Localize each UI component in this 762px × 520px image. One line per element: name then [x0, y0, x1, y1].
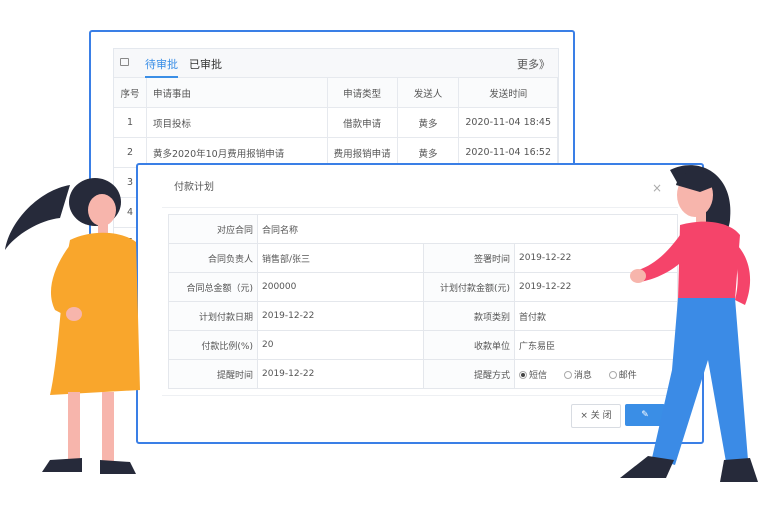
plan-amount-label: 计划付款金额(元) [423, 272, 515, 302]
table-row[interactable]: 1 项目投标 借款申请 黄多 2020-11-04 18:45 [114, 107, 558, 138]
total-amount-label: 合同总金额（元) [168, 272, 258, 302]
ratio-value[interactable]: 20 [257, 330, 424, 360]
row-time: 2020-11-04 18:45 [458, 107, 558, 138]
leg-right [102, 392, 114, 462]
face [88, 194, 116, 226]
total-amount-value[interactable]: 200000 [257, 272, 424, 302]
row-reason: 项目投标 [146, 107, 328, 138]
plan-date-value[interactable]: 2019-12-22 [257, 301, 424, 331]
col-time: 发送时间 [458, 78, 558, 108]
woman-left-illustration [5, 178, 140, 474]
payment-type-label: 款项类别 [423, 301, 515, 331]
more-link[interactable]: 更多》 [517, 56, 550, 72]
pants [652, 298, 748, 465]
radio-selected-icon [519, 371, 527, 379]
shoe-left [620, 456, 674, 478]
radio-label: 短信 [529, 370, 548, 381]
row-sender: 黄多 [397, 107, 460, 138]
radio-message[interactable]: 消息 [563, 370, 592, 381]
remind-time-label: 提醒时间 [168, 359, 258, 389]
sign-time-label: 签署时间 [423, 243, 515, 273]
list-icon [120, 58, 129, 66]
contract-label: 对应合同 [168, 214, 258, 244]
table-header: 序号 申请事由 申请类型 发送人 发送时间 [114, 78, 558, 108]
row-type: 借款申请 [327, 107, 398, 138]
col-reason: 申请事由 [146, 78, 328, 108]
remind-time-value[interactable]: 2019-12-22 [257, 359, 424, 389]
tab-approved[interactable]: 已审批 [189, 56, 222, 72]
hand [66, 307, 82, 321]
owner-value[interactable]: 销售部/张三 [257, 243, 424, 273]
tab-pending[interactable]: 待审批 [145, 56, 178, 78]
radio-label: 消息 [573, 370, 592, 381]
row-no: 1 [114, 107, 147, 138]
owner-label: 合同负责人 [168, 243, 258, 273]
shoe-right [720, 458, 758, 482]
shoe-left [42, 458, 82, 472]
payee-label: 收款单位 [423, 330, 515, 360]
plan-date-label: 计划付款日期 [168, 301, 258, 331]
col-sender: 发送人 [397, 78, 460, 108]
radio-icon [563, 371, 572, 379]
col-type: 申请类型 [327, 78, 398, 108]
top [678, 221, 740, 300]
hand [630, 269, 646, 283]
col-no: 序号 [114, 78, 147, 108]
neck [98, 222, 108, 234]
ratio-label: 付款比例(%) [168, 330, 258, 360]
hair-strand [5, 185, 70, 250]
woman-right-illustration [620, 165, 758, 482]
shoe-right [100, 460, 136, 474]
tab-bar: 待审批 已审批 更多》 [114, 49, 558, 78]
remind-method-label: 提醒方式 [423, 359, 515, 389]
radio-sms[interactable]: 短信 [519, 371, 547, 381]
leg-left [68, 392, 80, 462]
